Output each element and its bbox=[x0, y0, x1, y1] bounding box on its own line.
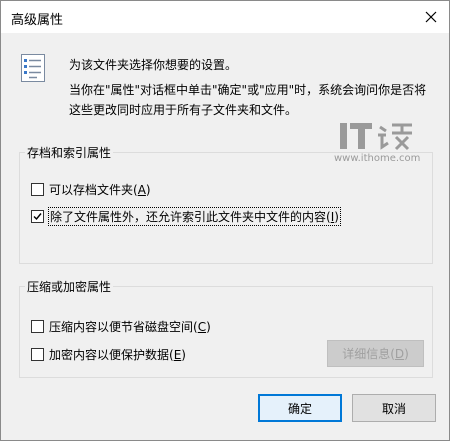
checkmark-icon bbox=[33, 213, 42, 221]
index-content-checkbox[interactable] bbox=[31, 210, 44, 223]
compress-checkbox[interactable] bbox=[31, 320, 44, 333]
compress-encrypt-group-title: 压缩或加密属性 bbox=[25, 278, 114, 295]
compress-checkbox-row[interactable]: 压缩内容以便节省磁盘空间(C) bbox=[31, 318, 211, 335]
encrypt-label: 加密内容以便保护数据(E) bbox=[49, 348, 186, 362]
archive-index-group-title: 存档和索引属性 bbox=[25, 144, 114, 161]
compress-label: 压缩内容以便节省磁盘空间(C) bbox=[49, 320, 211, 334]
advanced-attributes-dialog: 高级属性 为该文件夹选择你想要的设置。 当你在"属性"对话框中单击"确定"或"应… bbox=[0, 0, 450, 441]
close-icon bbox=[425, 11, 437, 23]
archive-folder-checkbox-row[interactable]: 可以存档文件夹(A) bbox=[31, 181, 151, 198]
encrypt-checkbox-row[interactable]: 加密内容以便保护数据(E) bbox=[31, 346, 186, 363]
window-title: 高级属性 bbox=[11, 13, 64, 28]
details-button[interactable]: 详细信息(D) bbox=[327, 340, 424, 367]
ok-button[interactable]: 确定 bbox=[258, 394, 342, 422]
intro-line-1: 为该文件夹选择你想要的设置。 bbox=[69, 58, 238, 72]
close-button[interactable] bbox=[419, 5, 443, 29]
index-content-label: 除了文件属性外，还允许索引此文件夹中文件的内容(I) bbox=[48, 207, 341, 226]
checklist-icon bbox=[21, 54, 45, 82]
title-bar[interactable]: 高级属性 bbox=[1, 1, 449, 33]
intro-text: 为该文件夹选择你想要的设置。 当你在"属性"对话框中单击"确定"或"应用"时，系… bbox=[69, 55, 434, 120]
index-content-checkbox-row[interactable]: 除了文件属性外，还允许索引此文件夹中文件的内容(I) bbox=[31, 207, 341, 226]
cancel-button[interactable]: 取消 bbox=[352, 394, 436, 422]
intro-line-2: 当你在"属性"对话框中单击"确定"或"应用"时，系统会询问你是否将这些更改同时应… bbox=[69, 83, 427, 117]
encrypt-checkbox[interactable] bbox=[31, 348, 44, 361]
archive-folder-label: 可以存档文件夹(A) bbox=[49, 183, 151, 197]
archive-folder-checkbox[interactable] bbox=[31, 183, 44, 196]
